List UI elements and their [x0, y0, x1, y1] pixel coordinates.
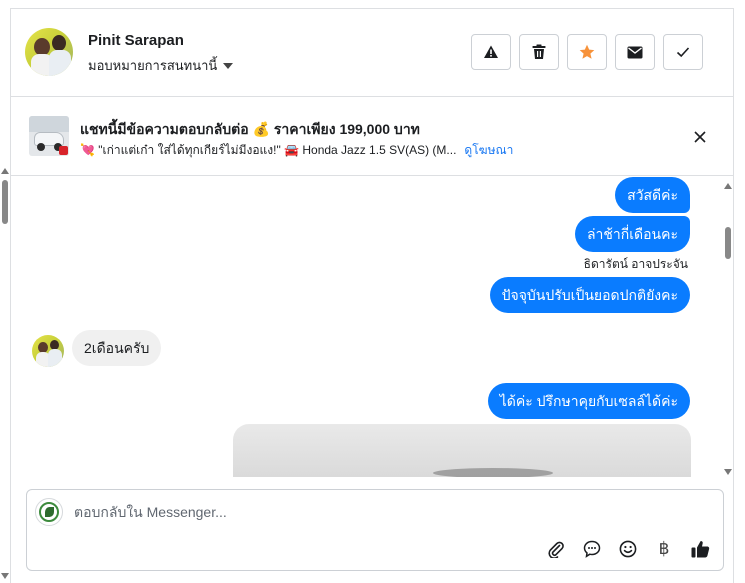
ad-title: แชทนี้มีข้อความตอบกลับต่อ 💰 ราคาเพียง 19… [80, 121, 420, 137]
like-button[interactable] [689, 538, 711, 560]
message-outgoing[interactable]: ได้ค่ะ ปรึกษาคุยกับเซลล์ได้ค่ะ [487, 383, 690, 419]
star-icon [579, 44, 595, 59]
message-outgoing[interactable]: สวัสดีค่ะ [615, 177, 690, 213]
star-button[interactable] [567, 34, 607, 70]
ad-context-bar: แชทนี้มีข้อความตอบกลับต่อ 💰 ราคาเพียง 19… [11, 98, 733, 176]
close-ad-button[interactable] [689, 126, 711, 148]
mark-unread-button[interactable] [615, 34, 655, 70]
close-icon [694, 131, 706, 143]
message-photo[interactable] [233, 424, 691, 477]
mark-done-button[interactable] [663, 34, 703, 70]
scroll-down-arrow-icon[interactable] [724, 469, 732, 475]
ad-thumbnail[interactable] [29, 116, 69, 156]
baht-icon: ฿ [658, 539, 670, 559]
contact-avatar[interactable] [25, 28, 73, 76]
warning-icon [484, 45, 498, 58]
payment-button[interactable]: ฿ [653, 538, 675, 560]
conversation-panel: Pinit Sarapan มอบหมายการสนทนานี้ แชทนี้ม… [10, 8, 734, 583]
assign-label: มอบหมายการสนทนานี้ [88, 58, 218, 73]
smiley-icon [619, 540, 637, 558]
message-incoming[interactable]: 2เดือนครับ [72, 330, 162, 366]
assign-conversation-dropdown[interactable]: มอบหมายการสนทนานี้ [88, 55, 234, 76]
message-composer: ฿ [26, 489, 724, 571]
reply-input[interactable] [74, 504, 674, 520]
emoji-button[interactable] [617, 538, 639, 560]
scroll-down-arrow-icon[interactable] [1, 573, 9, 579]
thread-scrollbar-thumb[interactable] [725, 227, 731, 259]
thread-scrollbar[interactable] [724, 179, 732, 477]
page-scrollbar[interactable] [0, 166, 10, 583]
conversation-header: Pinit Sarapan มอบหมายการสนทนานี้ [11, 9, 733, 97]
contact-avatar-small[interactable] [32, 335, 64, 367]
message-outgoing[interactable]: ปัจจุบันปรับเป็นยอดปกติยังคะ [489, 277, 690, 313]
page-avatar [35, 498, 63, 526]
paperclip-icon [548, 541, 564, 558]
contact-name[interactable]: Pinit Sarapan [88, 32, 184, 49]
caret-down-icon [223, 63, 234, 69]
envelope-icon [627, 46, 643, 58]
thumbs-up-icon [691, 541, 709, 558]
saved-replies-button[interactable] [581, 538, 603, 560]
scroll-up-arrow-icon[interactable] [724, 183, 732, 189]
check-icon [676, 47, 690, 58]
page-scrollbar-thumb[interactable] [2, 180, 8, 224]
header-actions [471, 34, 703, 70]
composer-tools: ฿ [545, 538, 711, 560]
scroll-up-arrow-icon[interactable] [1, 168, 9, 174]
sender-label: ธิดารัตน์ อาจประจัน [583, 257, 688, 271]
message-outgoing[interactable]: ล่าช้ากี่เดือนคะ [574, 216, 690, 252]
view-ad-link[interactable]: ดูโฆษณา [464, 141, 513, 160]
attach-button[interactable] [545, 538, 567, 560]
chat-bubble-icon [583, 540, 601, 558]
delete-button[interactable] [519, 34, 559, 70]
ad-subtitle: 💘 "เก่าแต่เก๋า ใส่ได้ทุกเกียร์ไม่มีงอแง!… [80, 143, 457, 157]
ad-subtitle-row: 💘 "เก่าแต่เก๋า ใส่ได้ทุกเกียร์ไม่มีงอแง!… [80, 141, 513, 160]
message-thread[interactable]: สวัสดีค่ะ ล่าช้ากี่เดือนคะ ธิดารัตน์ อาจ… [11, 177, 733, 477]
spam-button[interactable] [471, 34, 511, 70]
trash-icon [532, 44, 546, 59]
